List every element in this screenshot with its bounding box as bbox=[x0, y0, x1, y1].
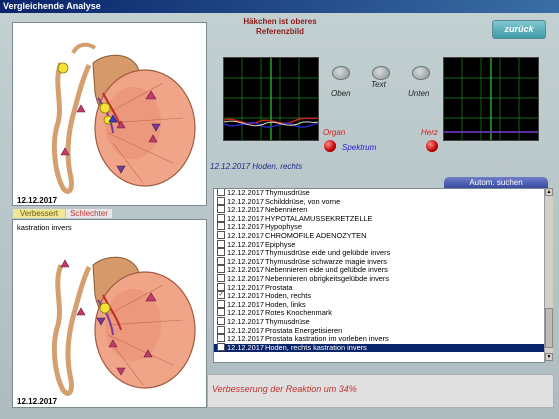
result-text: Verbesserung der Reaktion um 34% bbox=[212, 384, 357, 394]
window-titlebar: Vergleichende Analyse bbox=[0, 0, 559, 13]
comparison-image-panel: kastration invers bbox=[12, 219, 207, 408]
list-item-checkbox[interactable] bbox=[217, 334, 225, 343]
text-label: Text bbox=[371, 80, 386, 89]
organ-indicator[interactable] bbox=[324, 140, 336, 152]
list-item-checkbox[interactable] bbox=[217, 189, 225, 197]
organ-label: Organ bbox=[323, 128, 346, 137]
window-title: Vergleichende Analyse bbox=[3, 1, 101, 11]
reference-image-panel bbox=[12, 22, 207, 206]
herz-scope bbox=[443, 57, 539, 141]
list-item-checkbox[interactable] bbox=[217, 265, 225, 274]
list-item-checkbox[interactable]: ✓ bbox=[217, 291, 225, 300]
bottom-image-date: 12.12.2017 bbox=[17, 397, 58, 406]
spektrum-label[interactable]: Spektrum bbox=[342, 143, 376, 152]
tab-schlechter[interactable]: Schlechter bbox=[66, 209, 112, 218]
hint-line-2: Referenzbild bbox=[255, 27, 304, 36]
comparison-caption: kastration invers bbox=[17, 223, 72, 232]
text-button[interactable] bbox=[372, 66, 390, 80]
list-item-checkbox[interactable] bbox=[217, 316, 225, 325]
list-item-checkbox[interactable] bbox=[217, 273, 225, 282]
herz-label: Herz bbox=[421, 128, 438, 137]
list-item-checkbox[interactable] bbox=[217, 299, 225, 308]
list-item-checkbox[interactable] bbox=[217, 342, 225, 351]
list-item-checkbox[interactable] bbox=[217, 308, 225, 317]
testis-illustration-top bbox=[51, 42, 196, 194]
hint-line-1: Häkchen ist oberes bbox=[243, 17, 317, 26]
list-item-checkbox[interactable] bbox=[217, 239, 225, 248]
top-image-date: 12.12.2017 bbox=[17, 196, 58, 205]
back-button[interactable]: zurück bbox=[492, 20, 546, 39]
scroll-down-icon[interactable]: ▼ bbox=[545, 353, 553, 361]
list-item-date: 12.12.2017 bbox=[227, 342, 264, 352]
list-item-checkbox[interactable] bbox=[217, 282, 225, 291]
unten-button[interactable] bbox=[412, 66, 430, 80]
selected-entry-label: 12.12.2017 Hoden, rechts bbox=[210, 162, 303, 171]
list-item-checkbox[interactable] bbox=[217, 196, 225, 205]
reference-hint: Häkchen ist oberes Referenzbild bbox=[210, 17, 350, 37]
scroll-thumb[interactable] bbox=[545, 308, 553, 348]
unten-label: Unten bbox=[408, 89, 430, 98]
herz-indicator[interactable] bbox=[426, 140, 438, 152]
list-item-name: Hoden, rechts kastration invers bbox=[265, 342, 367, 352]
list-item-checkbox[interactable] bbox=[217, 205, 225, 214]
testis-illustration-bottom bbox=[51, 256, 196, 396]
list-item-checkbox[interactable] bbox=[217, 256, 225, 265]
list-item[interactable]: 12.12.2017Hoden, rechts kastration inver… bbox=[214, 342, 544, 353]
herz-scope-graph bbox=[444, 58, 538, 140]
list-item-checkbox[interactable] bbox=[217, 248, 225, 257]
analysis-list[interactable]: 12.12.2017Thymusdrüse 12.12.2017Schilddrü… bbox=[213, 188, 545, 363]
list-item-checkbox[interactable] bbox=[217, 231, 225, 240]
list-item-checkbox[interactable] bbox=[217, 325, 225, 334]
result-box: Verbesserung der Reaktion um 34% bbox=[207, 374, 554, 408]
organ-scope-graph bbox=[223, 58, 319, 140]
tab-verbessert[interactable]: Verbessert bbox=[13, 209, 65, 218]
oben-button[interactable] bbox=[332, 66, 350, 80]
list-scrollbar[interactable]: ▲ ▼ bbox=[544, 188, 553, 361]
scroll-up-icon[interactable]: ▲ bbox=[545, 188, 553, 196]
organ-scope bbox=[223, 57, 319, 141]
oben-label: Oben bbox=[331, 89, 351, 98]
list-item-checkbox[interactable] bbox=[217, 213, 225, 222]
autom-suchen-button[interactable]: Autom. suchen bbox=[444, 177, 548, 188]
list-item-checkbox[interactable] bbox=[217, 222, 225, 231]
